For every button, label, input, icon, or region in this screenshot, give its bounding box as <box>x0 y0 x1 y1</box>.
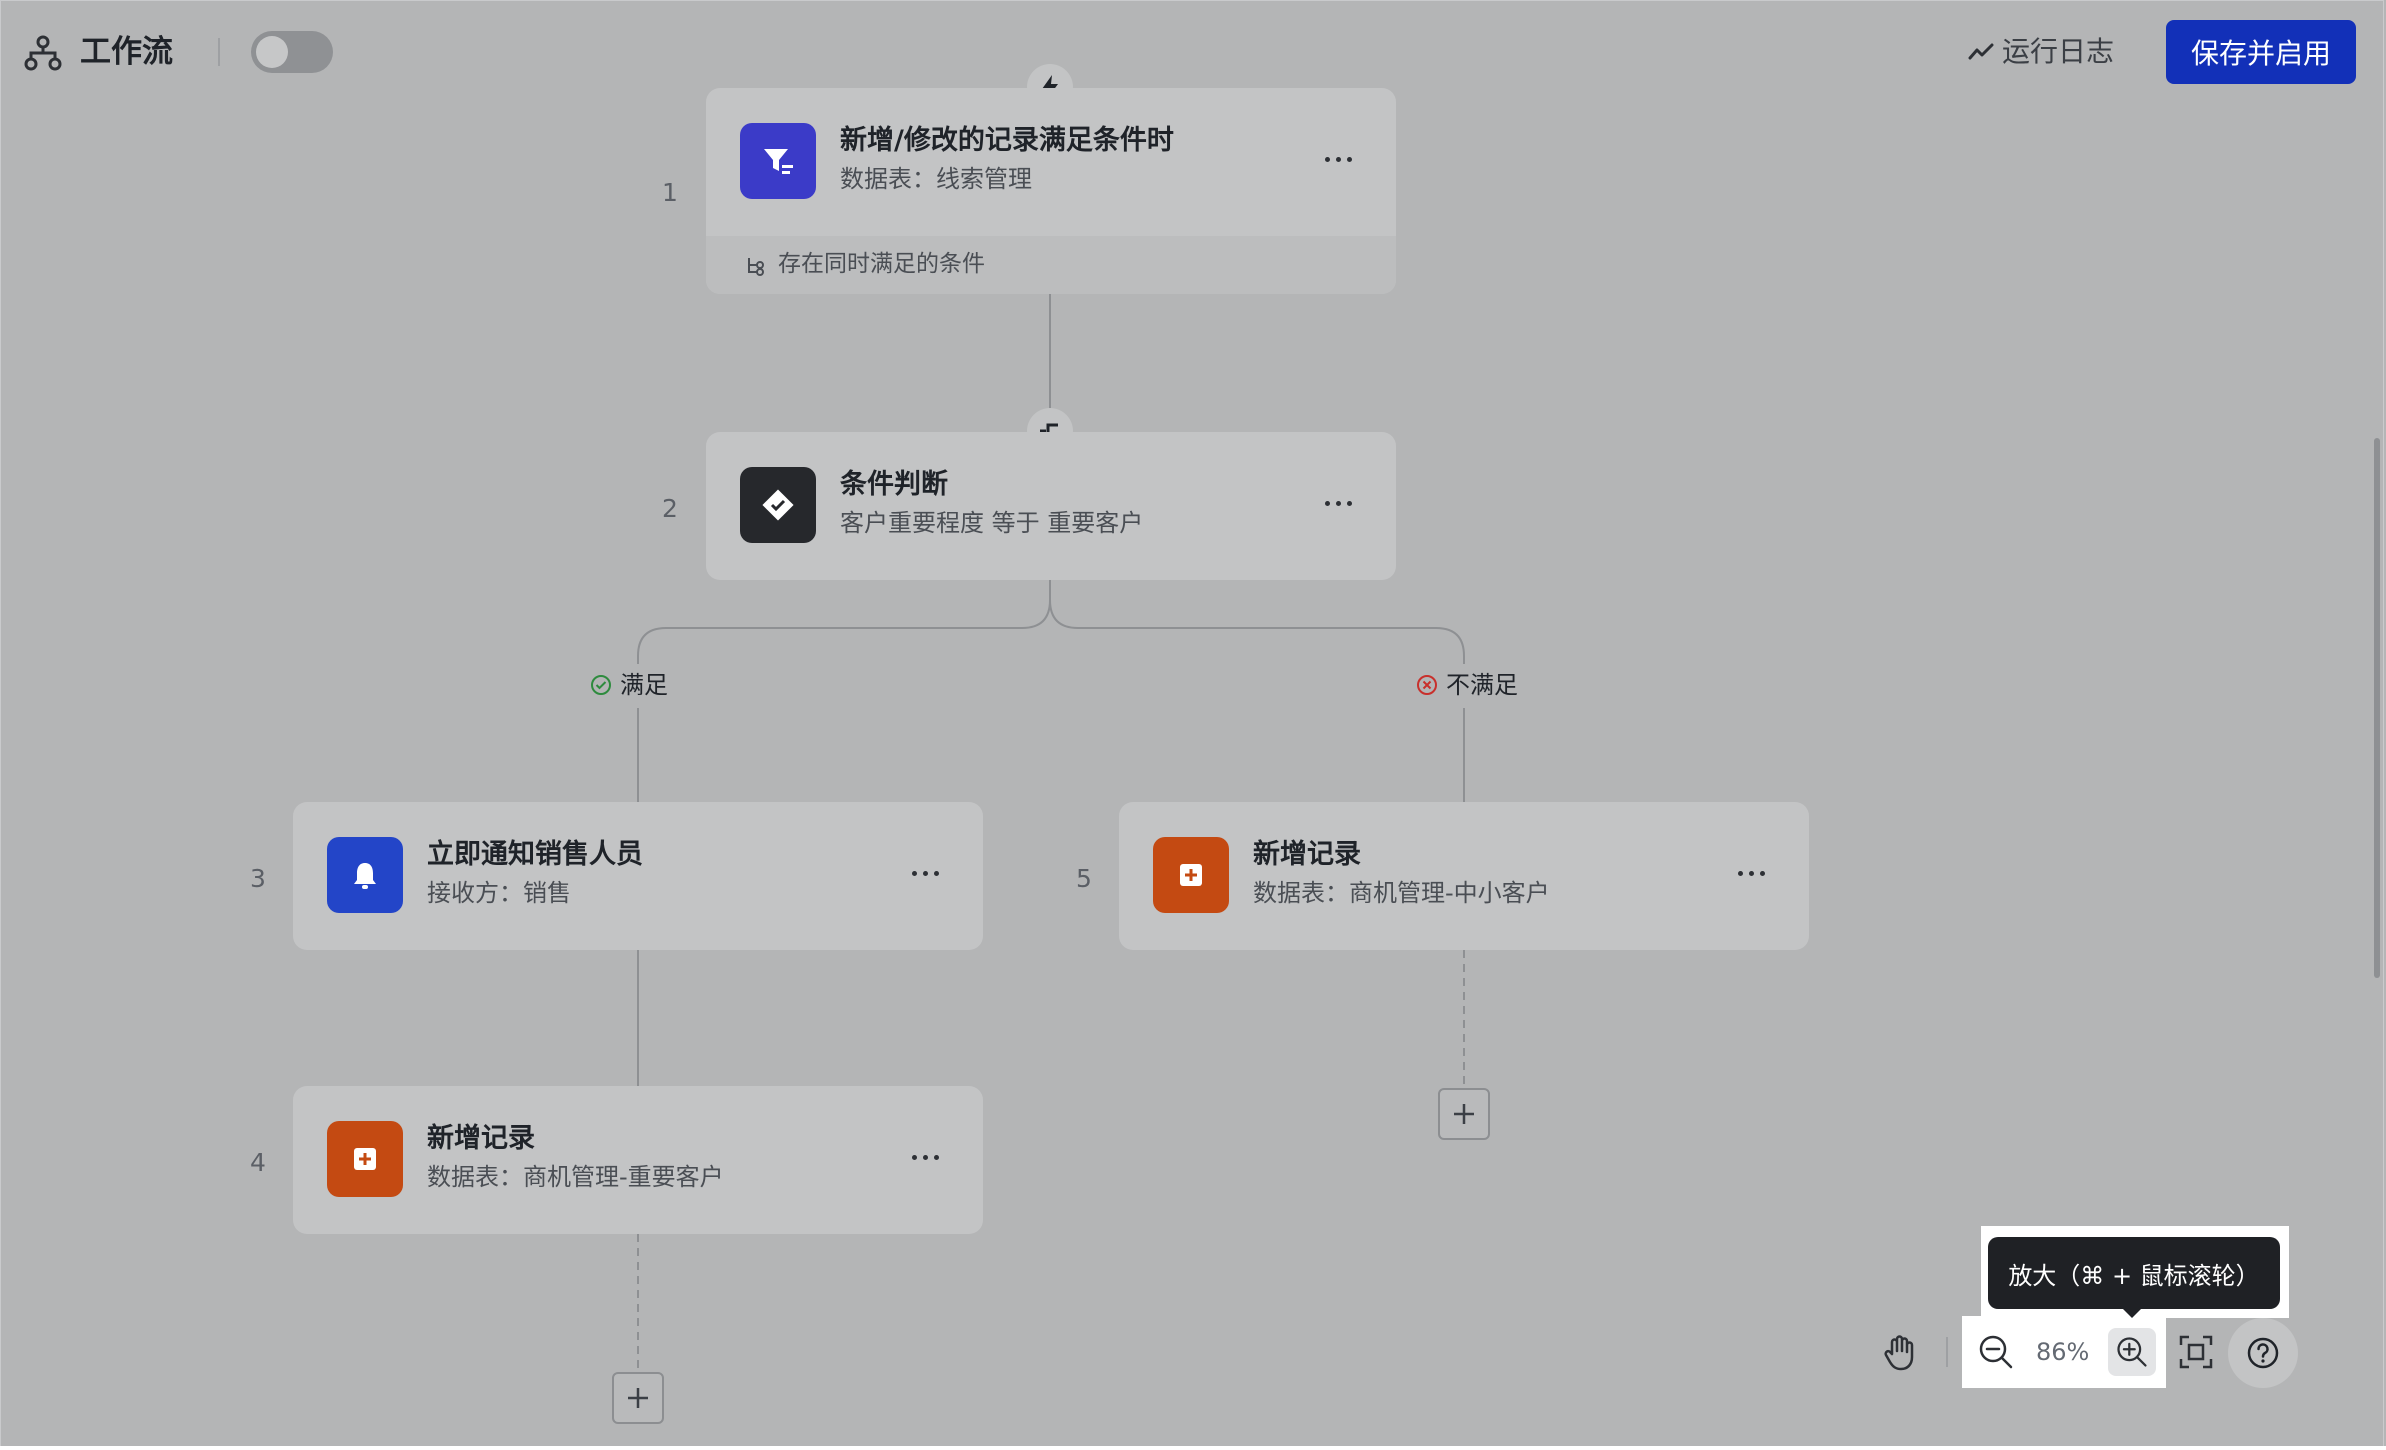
more-options-icon[interactable] <box>905 1142 945 1172</box>
step-number: 2 <box>662 494 678 523</box>
filter-icon <box>740 123 816 199</box>
bottom-edge <box>0 1446 2386 1450</box>
node-trigger[interactable]: 新增/修改的记录满足条件时 数据表：线索管理 存在同时满足的条件 <box>706 88 1396 294</box>
add-record-icon <box>327 1121 403 1197</box>
zoom-in-tooltip: 放大（⌘ + 鼠标滚轮） <box>1988 1237 2280 1309</box>
help-icon <box>2247 1337 2279 1369</box>
more-options-icon[interactable] <box>1318 488 1358 518</box>
tooltip-arrow <box>2122 1308 2142 1318</box>
help-button[interactable] <box>2228 1318 2298 1388</box>
add-record-icon <box>1153 837 1229 913</box>
x-circle-icon <box>1417 675 1437 695</box>
node-subtitle: 接收方：销售 <box>427 879 571 907</box>
fit-to-screen-icon[interactable] <box>2176 1332 2216 1372</box>
node-notify[interactable]: 立即通知销售人员 接收方：销售 <box>293 802 983 950</box>
bell-icon <box>327 837 403 913</box>
step-number: 5 <box>1076 864 1092 893</box>
branch-no-label: 不满足 <box>1416 668 1518 702</box>
node-subtitle: 数据表：商机管理-重要客户 <box>427 1163 724 1191</box>
node-subtitle: 数据表：商机管理-中小客户 <box>1253 879 1550 907</box>
step-number: 4 <box>250 1148 266 1177</box>
add-step-button[interactable] <box>612 1372 664 1424</box>
trigger-condition-footer[interactable]: 存在同时满足的条件 <box>706 236 1396 294</box>
zoom-level: 86% <box>2036 1338 2090 1366</box>
branch-condition-icon <box>748 258 764 276</box>
node-add-record-small[interactable]: 新增记录 数据表：商机管理-中小客户 <box>1119 802 1809 950</box>
plus-icon <box>1454 1104 1474 1124</box>
node-title: 新增记录 <box>427 1123 535 1154</box>
zoom-out-icon[interactable] <box>1976 1332 2016 1372</box>
branch-yes-label: 满足 <box>590 668 668 702</box>
more-options-icon[interactable] <box>1318 144 1358 174</box>
trigger-condition-text: 存在同时满足的条件 <box>778 251 985 277</box>
node-title: 立即通知销售人员 <box>427 839 643 870</box>
branch-yes-text: 满足 <box>620 671 668 699</box>
node-add-record-important[interactable]: 新增记录 数据表：商机管理-重要客户 <box>293 1086 983 1234</box>
branch-no-text: 不满足 <box>1446 671 1518 699</box>
node-condition[interactable]: 条件判断 客户重要程度 等于 重要客户 <box>706 432 1396 580</box>
check-diamond-icon <box>740 467 816 543</box>
check-circle-icon <box>591 675 611 695</box>
add-step-button[interactable] <box>1438 1088 1490 1140</box>
node-title: 新增记录 <box>1253 839 1361 870</box>
plus-icon <box>628 1388 648 1408</box>
vertical-scrollbar[interactable] <box>2374 438 2380 978</box>
hand-pan-icon[interactable] <box>1880 1332 1920 1372</box>
step-number: 1 <box>662 178 678 207</box>
toolbar-divider <box>1946 1337 1948 1367</box>
step-number: 3 <box>250 864 266 893</box>
node-subtitle: 数据表：线索管理 <box>840 165 1032 193</box>
zoom-in-icon[interactable] <box>2114 1334 2150 1370</box>
node-title: 新增/修改的记录满足条件时 <box>840 125 1174 156</box>
more-options-icon[interactable] <box>905 858 945 888</box>
node-subtitle: 客户重要程度 等于 重要客户 <box>840 509 1144 537</box>
more-options-icon[interactable] <box>1731 858 1771 888</box>
node-title: 条件判断 <box>840 469 948 500</box>
